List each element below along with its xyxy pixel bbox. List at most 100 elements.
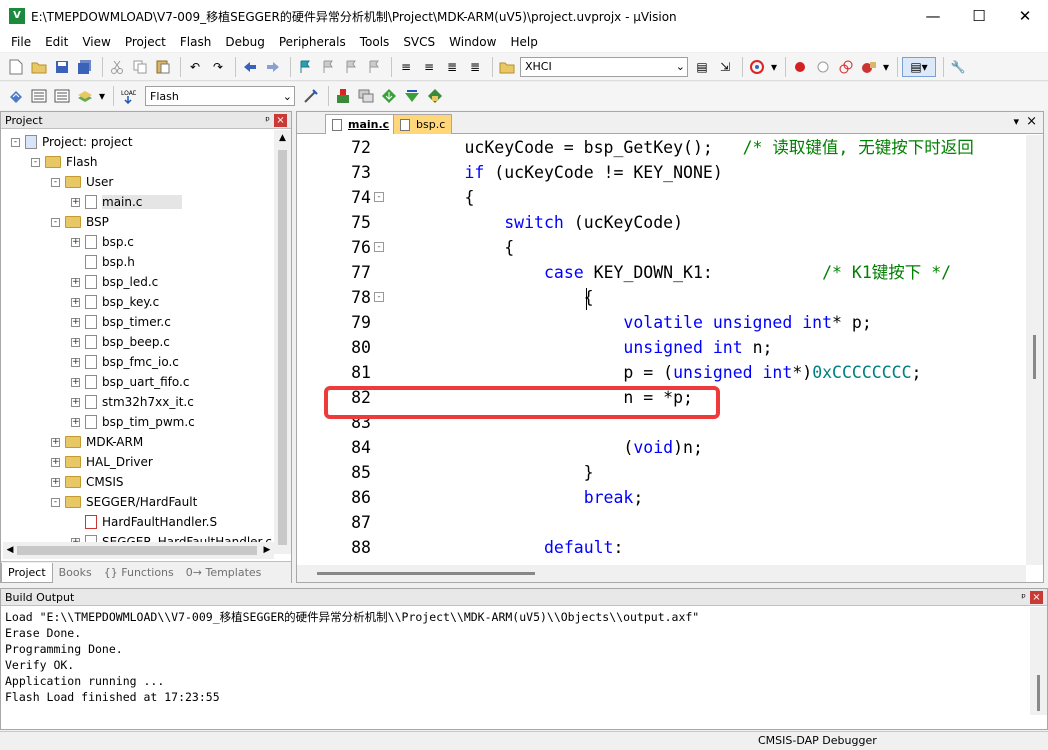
tree-item[interactable]: + CMSIS (51, 472, 124, 492)
copy-icon[interactable] (130, 57, 150, 77)
code-area[interactable]: ucKeyCode = bsp_GetKey(); /* 读取键值, 无键按下时… (385, 135, 1025, 565)
menu-project[interactable]: Project (118, 35, 173, 49)
build-icon[interactable] (29, 86, 49, 106)
menu-view[interactable]: View (75, 35, 117, 49)
close-button[interactable]: ✕ (1002, 0, 1048, 32)
expand-icon[interactable]: + (71, 277, 80, 287)
next-bookmark-icon[interactable] (341, 57, 361, 77)
nav-back-icon[interactable] (240, 57, 260, 77)
expand-icon[interactable]: + (71, 357, 80, 367)
close-panel-button[interactable]: × (1030, 590, 1043, 604)
expand-icon[interactable]: + (51, 477, 60, 487)
menu-window[interactable]: Window (442, 35, 503, 49)
tree-item[interactable]: + bsp_timer.c (71, 312, 171, 332)
scroll-right-icon[interactable]: ▶ (260, 542, 274, 559)
tab-list-dropdown-icon[interactable]: ▾ (1013, 115, 1019, 128)
pin-icon[interactable]: ᵖ (265, 114, 270, 127)
configure-icon[interactable]: 🔧 (948, 57, 968, 77)
tab-bsp-c[interactable]: bsp.c (393, 114, 453, 134)
menu-help[interactable]: Help (503, 35, 544, 49)
tree-item[interactable]: - Project: project (11, 132, 133, 152)
tree-item[interactable]: + MDK-ARM (51, 432, 143, 452)
expand-icon[interactable]: + (71, 317, 80, 327)
scroll-up-icon[interactable]: ▲ (274, 130, 291, 147)
target-combo[interactable]: Flash ⌄ (145, 86, 295, 106)
editor-horizontal-scrollbar[interactable] (297, 565, 1026, 582)
close-panel-button[interactable]: × (274, 113, 287, 127)
collapse-icon[interactable]: - (51, 177, 60, 187)
bookmark-icon[interactable] (295, 57, 315, 77)
tree-item[interactable]: - User (51, 172, 113, 192)
save-all-icon[interactable] (75, 57, 95, 77)
expand-icon[interactable]: + (71, 417, 80, 427)
tree-vertical-scrollbar[interactable]: ▲ (274, 130, 291, 554)
enable-breakpoint-icon[interactable] (813, 57, 833, 77)
incremental-find-icon[interactable]: ⇲ (715, 57, 735, 77)
unindent-icon[interactable]: ≡ (419, 57, 439, 77)
translate-icon[interactable] (6, 86, 26, 106)
tab-templates[interactable]: 0→ Templates (180, 563, 268, 583)
rebuild-icon[interactable] (52, 86, 72, 106)
fold-toggle-icon[interactable]: - (374, 292, 384, 302)
expand-icon[interactable]: + (71, 297, 80, 307)
uncomment-icon[interactable]: ≣ (465, 57, 485, 77)
comment-icon[interactable]: ≣ (442, 57, 462, 77)
redo-icon[interactable]: ↷ (208, 57, 228, 77)
expand-icon[interactable]: + (71, 377, 80, 387)
tree-item[interactable]: bsp.h (71, 252, 135, 272)
save-icon[interactable] (52, 57, 72, 77)
scroll-thumb[interactable] (1037, 675, 1040, 711)
menu-tools[interactable]: Tools (353, 35, 397, 49)
paste-icon[interactable] (153, 57, 173, 77)
tab-books[interactable]: Books (53, 563, 98, 583)
scroll-left-icon[interactable]: ◀ (3, 542, 17, 559)
expand-icon[interactable]: + (71, 197, 80, 207)
target-options-icon[interactable] (301, 86, 321, 106)
pack-installer-icon[interactable] (379, 86, 399, 106)
find-icon[interactable]: ▤ (692, 57, 712, 77)
tree-item[interactable]: - SEGGER/HardFault (51, 492, 197, 512)
menu-edit[interactable]: Edit (38, 35, 75, 49)
tab-functions[interactable]: {} Functions (98, 563, 180, 583)
build-vertical-scrollbar[interactable] (1030, 607, 1047, 715)
collapse-icon[interactable]: - (51, 497, 60, 507)
hscroll-thumb[interactable] (17, 546, 257, 555)
editor-vertical-scrollbar[interactable] (1026, 135, 1043, 565)
indent-icon[interactable]: ≡ (396, 57, 416, 77)
collapse-icon[interactable]: - (51, 217, 60, 227)
close-tab-icon[interactable]: × (1026, 114, 1037, 129)
tree-item[interactable]: + bsp_tim_pwm.c (71, 412, 195, 432)
clear-bookmarks-icon[interactable] (364, 57, 384, 77)
debug-dropdown-icon[interactable]: ▾ (770, 57, 778, 77)
tree-item[interactable]: + stm32h7xx_it.c (71, 392, 194, 412)
breakpoint-dropdown-icon[interactable]: ▾ (882, 57, 890, 77)
expand-icon[interactable]: + (71, 237, 80, 247)
collapse-icon[interactable]: - (31, 157, 40, 167)
pin-icon[interactable]: ᵖ (1021, 591, 1026, 604)
tree-item[interactable]: - Flash (31, 152, 97, 172)
debug-session-icon[interactable] (747, 57, 767, 77)
tab-project[interactable]: Project (1, 562, 53, 583)
open-file-icon[interactable] (29, 57, 49, 77)
expand-icon[interactable]: + (71, 397, 80, 407)
tree-item[interactable]: HardFaultHandler.S (71, 512, 217, 532)
find-in-files-icon[interactable] (497, 57, 517, 77)
expand-icon[interactable]: + (71, 337, 80, 347)
undo-icon[interactable]: ↶ (185, 57, 205, 77)
new-file-icon[interactable] (6, 57, 26, 77)
select-software-packs-icon[interactable] (402, 86, 422, 106)
file-extensions-icon[interactable] (356, 86, 376, 106)
menu-debug[interactable]: Debug (218, 35, 271, 49)
scroll-thumb[interactable] (1033, 335, 1036, 379)
tree-item[interactable]: + bsp_uart_fifo.c (71, 372, 189, 392)
minimize-button[interactable]: — (910, 0, 956, 32)
fold-toggle-icon[interactable]: - (374, 192, 384, 202)
cut-icon[interactable] (107, 57, 127, 77)
kill-breakpoints-icon[interactable] (859, 57, 879, 77)
tree-item[interactable]: + main.c (71, 192, 183, 212)
download-icon[interactable]: LOAD (118, 86, 138, 106)
window-layout-icon[interactable]: ▤▾ (902, 56, 936, 77)
tree-item[interactable]: + HAL_Driver (51, 452, 153, 472)
disable-breakpoints-icon[interactable] (836, 57, 856, 77)
batch-dropdown-icon[interactable]: ▾ (98, 86, 106, 106)
